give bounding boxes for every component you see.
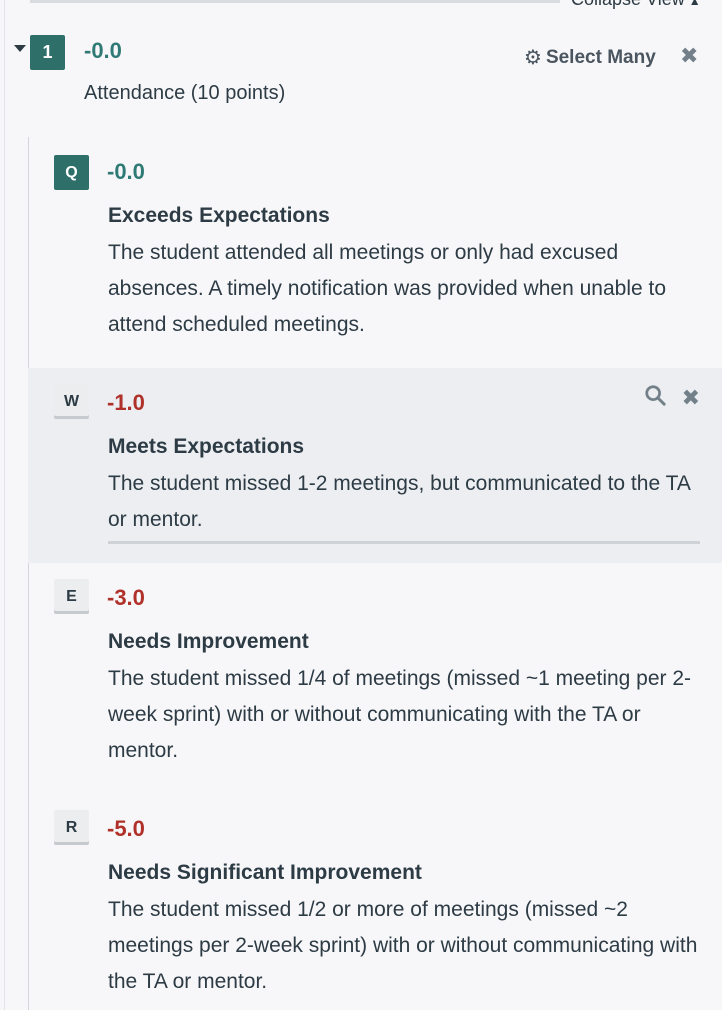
option-score: -0.0 xyxy=(107,159,145,184)
option-divider xyxy=(108,541,700,544)
option-title: Exceeds Expectations xyxy=(108,204,330,227)
close-icon[interactable]: ✖ xyxy=(682,385,700,411)
rubric-option[interactable]: E -3.0 Needs Improvement The student mis… xyxy=(28,563,722,795)
rubric-option[interactable]: Q -0.0 Exceeds Expectations The student … xyxy=(28,137,722,367)
caret-down-icon[interactable] xyxy=(14,45,26,52)
option-description: The student missed 1/2 or more of meetin… xyxy=(108,898,698,993)
option-key-badge[interactable]: R xyxy=(54,810,89,845)
close-icon[interactable]: ✖ xyxy=(680,43,698,69)
option-description: The student missed 1-2 meetings, but com… xyxy=(108,472,690,531)
option-score: -1.0 xyxy=(107,390,145,415)
option-actions: ✖ xyxy=(644,384,700,411)
option-description: The student attended all meetings or onl… xyxy=(108,241,667,336)
search-icon[interactable] xyxy=(644,384,666,411)
option-title: Needs Significant Improvement xyxy=(108,861,422,884)
option-title: Needs Improvement xyxy=(108,630,309,653)
select-many-button[interactable]: ⚙ Select Many xyxy=(524,45,656,70)
option-key-badge[interactable]: W xyxy=(54,384,89,419)
question-score: -0.0 xyxy=(84,38,122,63)
rubric-option[interactable]: R -5.0 Needs Significant Improvement The… xyxy=(28,794,722,1010)
option-description: The student missed 1/4 of meetings (miss… xyxy=(108,667,692,762)
option-key-badge[interactable]: E xyxy=(54,579,89,614)
panel-left-border xyxy=(4,0,5,1010)
option-key-badge[interactable]: Q xyxy=(54,155,89,190)
select-many-label: Select Many xyxy=(545,46,656,68)
option-title: Meets Expectations xyxy=(108,435,305,458)
gear-icon: ⚙ xyxy=(524,47,542,69)
question-number-badge[interactable]: 1 xyxy=(30,35,65,70)
collapse-view-label: Collapse View xyxy=(571,0,685,9)
option-score: -5.0 xyxy=(107,816,145,841)
caret-up-icon: ▲ xyxy=(688,0,701,8)
question-title: Attendance (10 points) xyxy=(84,82,286,104)
rubric-option[interactable]: W -1.0 ✖ Meets Expectations The student … xyxy=(28,368,722,563)
option-score: -3.0 xyxy=(107,585,145,610)
collapse-view-link[interactable]: Collapse View▲ xyxy=(571,0,701,10)
top-divider xyxy=(30,0,560,3)
